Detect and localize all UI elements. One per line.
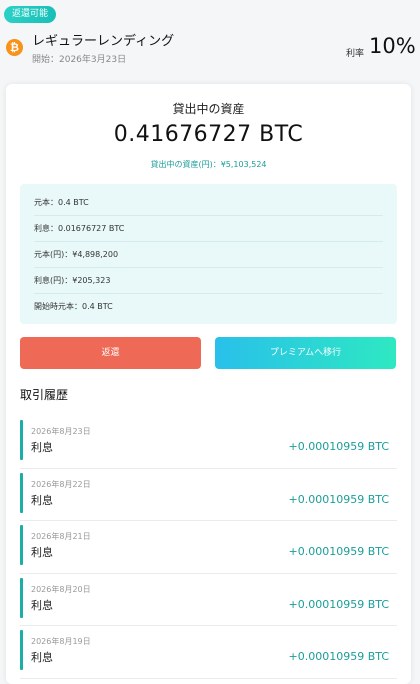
tx-amount: +0.00010959 BTC xyxy=(288,597,390,611)
list-item[interactable]: 2026年8月22日 利息 +0.00010959 BTC xyxy=(20,469,397,521)
lending-detail-card: 貸出中の資産 0.41676727 BTC 貸出中の資産(円)：¥5,103,5… xyxy=(6,84,411,684)
tx-date: 2026年8月19日 xyxy=(31,637,91,646)
rate-value: 10% xyxy=(369,34,416,58)
detail-initial-principal: 開始時元本：0.4 BTC xyxy=(34,302,113,311)
history-title: 取引履歴 xyxy=(20,388,69,402)
tx-type: 利息 xyxy=(31,441,53,454)
tx-amount: +0.00010959 BTC xyxy=(288,545,390,558)
tx-date: 2026年8月23日 xyxy=(31,427,91,436)
list-item[interactable]: 2026年8月20日 利息 +0.00010959 BTC xyxy=(20,574,397,626)
asset-amount: 0.41676727 BTC xyxy=(113,122,304,147)
detail-interest-jpy: 利息(円)：¥205,323 xyxy=(34,268,383,294)
tx-amount: +0.00010959 BTC xyxy=(288,440,390,453)
upgrade-premium-button[interactable]: プレミアムへ移行 xyxy=(215,337,396,369)
accent-bar xyxy=(20,630,23,670)
accent-bar xyxy=(20,472,23,513)
detail-principal-jpy: 元本(円)：¥4,898,200 xyxy=(34,242,383,268)
asset-title: 貸出中の資産 xyxy=(172,102,245,116)
rate-label: 利率 xyxy=(346,49,365,59)
tx-date: 2026年8月20日 xyxy=(31,584,91,594)
lending-header: 返還可能 ₿ レギュラーレンディング 開始：2026年3月23日 利率 10% xyxy=(0,0,420,80)
detail-principal: 元本：0.4 BTC xyxy=(34,190,383,216)
accent-bar xyxy=(20,525,23,565)
tx-type: 利息 xyxy=(31,493,53,507)
tx-type: 利息 xyxy=(31,651,53,664)
tx-type: 利息 xyxy=(31,598,53,612)
repay-button[interactable]: 返還 xyxy=(20,337,201,369)
tx-type: 利息 xyxy=(31,546,53,559)
list-item[interactable]: 2026年8月21日 利息 +0.00010959 BTC xyxy=(20,521,397,574)
bitcoin-icon: ₿ xyxy=(6,39,23,56)
list-item[interactable]: 2026年8月19日 利息 +0.00010959 BTC xyxy=(20,626,397,679)
product-name: レギュラーレンディング xyxy=(32,34,175,49)
accent-bar xyxy=(20,420,23,460)
detail-interest: 利息：0.01676727 BTC xyxy=(34,216,383,242)
start-date: 開始：2026年3月23日 xyxy=(32,55,127,65)
status-badge: 返還可能 xyxy=(4,6,57,23)
tx-amount: +0.00010959 BTC xyxy=(288,492,390,506)
tx-date: 2026年8月21日 xyxy=(31,532,91,541)
accent-bar xyxy=(20,577,23,618)
tx-amount: +0.00010959 BTC xyxy=(288,650,390,663)
tx-date: 2026年8月22日 xyxy=(31,479,91,489)
list-item[interactable]: 2026年8月23日 利息 +0.00010959 BTC xyxy=(20,416,397,469)
details-panel: 元本：0.4 BTC 利息：0.01676727 BTC 元本(円)：¥4,89… xyxy=(20,184,397,324)
transaction-list: 2026年8月23日 利息 +0.00010959 BTC 2026年8月22日… xyxy=(20,416,397,679)
asset-jpy-value: 貸出中の資産(円)：¥5,103,524 xyxy=(150,160,267,169)
